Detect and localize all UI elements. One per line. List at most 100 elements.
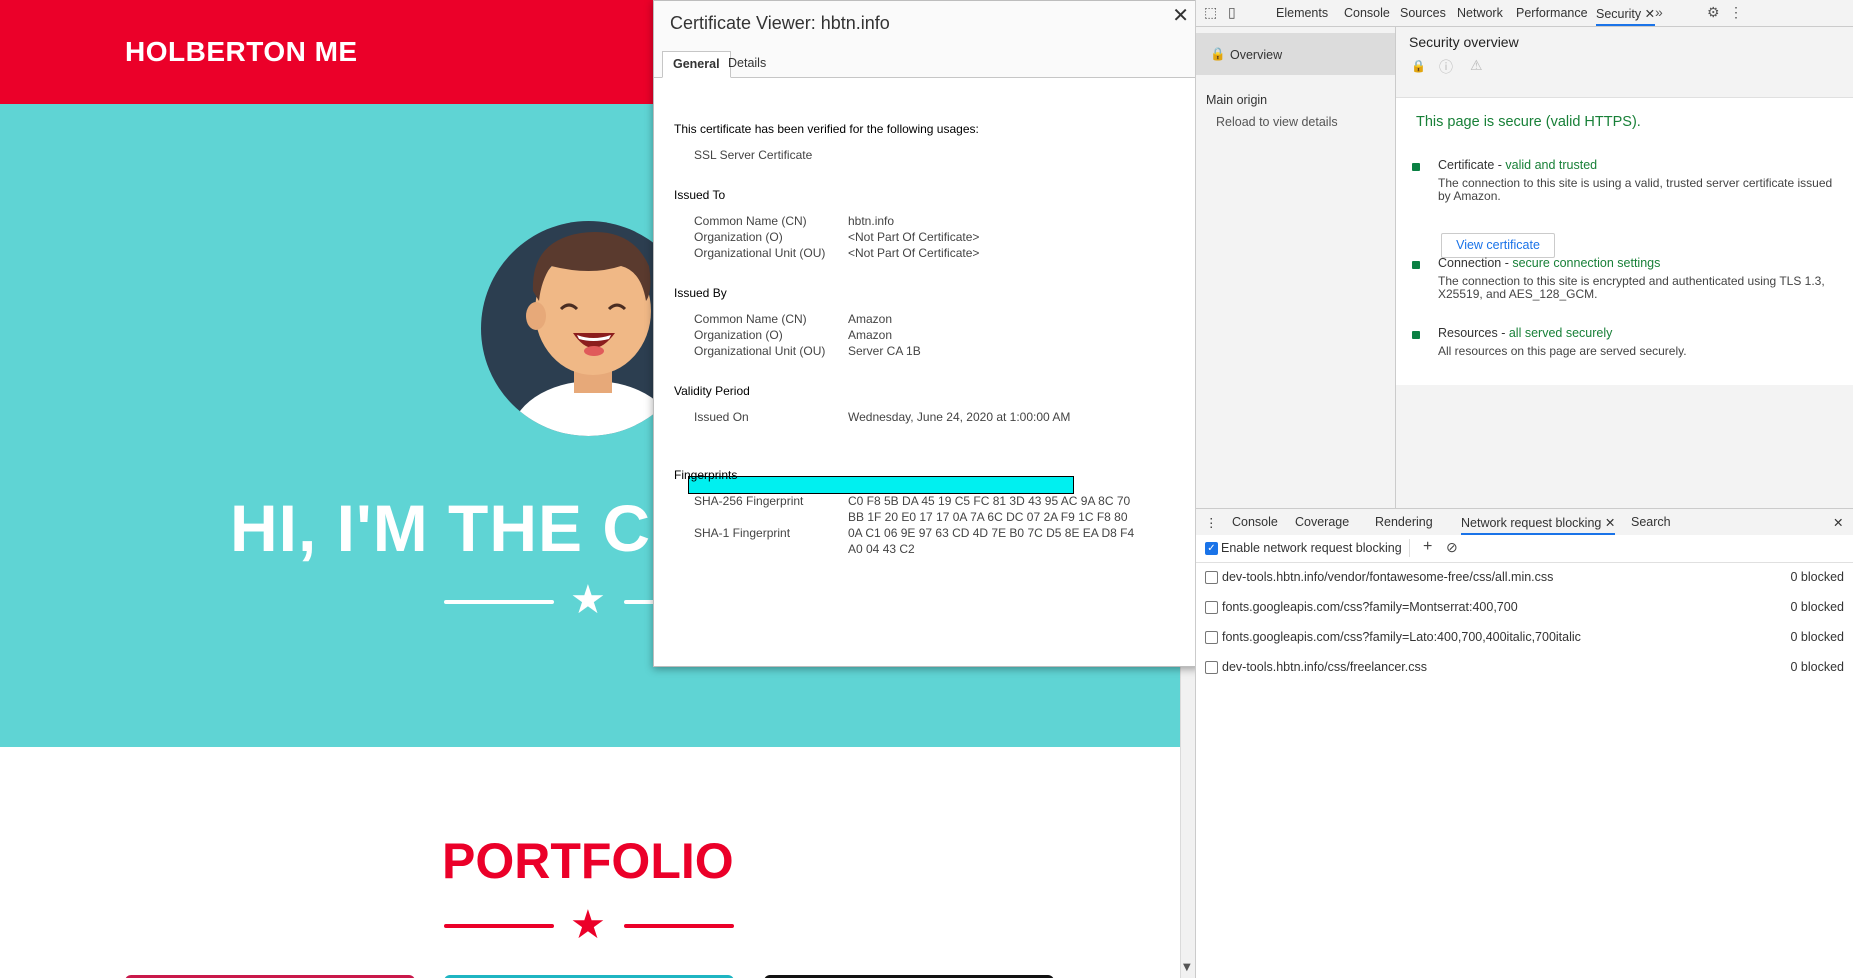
more-tabs-icon[interactable]: » xyxy=(1655,4,1663,20)
device-toolbar-icon[interactable]: ▯ xyxy=(1228,4,1236,21)
field-label: SHA-256 Fingerprint xyxy=(694,494,804,508)
clear-patterns-icon[interactable]: ⊘ xyxy=(1446,539,1458,556)
usage-text: SSL Server Certificate xyxy=(694,148,813,162)
security-overview-title: Security overview xyxy=(1409,34,1519,50)
pattern-url: dev-tools.hbtn.info/vendor/fontawesome-f… xyxy=(1222,570,1554,584)
sidebar-item-label: Overview xyxy=(1230,48,1283,62)
issued-by-heading: Issued By xyxy=(674,286,727,300)
field-label: Organizational Unit (OU) xyxy=(694,344,826,358)
view-certificate-button[interactable]: View certificate xyxy=(1441,233,1555,258)
devtools-toolbar: ⬚ ▯ Elements Console Sources Network Per… xyxy=(1196,0,1853,27)
tab-network[interactable]: Network xyxy=(1457,6,1503,20)
blocked-count: 0 blocked xyxy=(1790,660,1844,674)
drawer-tab-coverage[interactable]: Coverage xyxy=(1295,515,1349,529)
field-value: <Not Part Of Certificate> xyxy=(848,246,980,260)
tab-performance[interactable]: Performance xyxy=(1516,6,1588,20)
security-header: Security overview 🔒 ⓘ ⚠ xyxy=(1396,27,1853,98)
secure-status-text: This page is secure (valid HTTPS). xyxy=(1416,114,1641,130)
field-label: SHA-1 Fingerprint xyxy=(694,526,791,540)
field-value: hbtn.info xyxy=(848,214,895,228)
portfolio-divider-left xyxy=(444,924,554,928)
field-label: Expires On xyxy=(694,427,754,441)
certificate-viewer-dialog: Certificate Viewer: hbtn.info ✕ General … xyxy=(653,0,1200,667)
field-value: BB 1F 20 E0 17 17 0A 7A 6C DC 07 2A F9 1… xyxy=(848,510,1128,524)
pattern-checkbox[interactable] xyxy=(1205,661,1218,674)
cert-general-panel: This certificate has been verified for t… xyxy=(654,78,1199,666)
hero-title: HI, I'M THE C xyxy=(230,491,652,565)
sidebar-item-overview[interactable]: 🔒 Overview xyxy=(1196,33,1395,75)
tab-security-label: Security xyxy=(1596,7,1642,21)
secure-bullet xyxy=(1412,261,1420,269)
field-value: Server CA 1B xyxy=(848,344,921,358)
certificate-label: Certificate xyxy=(1438,158,1495,172)
field-value: A0 04 43 C2 xyxy=(848,542,915,556)
pattern-url: dev-tools.hbtn.info/css/freelancer.css xyxy=(1222,660,1427,674)
field-label: Organizational Unit (OU) xyxy=(694,246,826,260)
resources-status: all served securely xyxy=(1508,326,1613,340)
scroll-down-icon[interactable]: ▼ xyxy=(1183,962,1191,973)
field-value: C0 F8 5B DA 45 19 C5 FC 81 3D 43 95 AC 9… xyxy=(848,494,1131,508)
drawer-tab-rendering[interactable]: Rendering xyxy=(1375,515,1433,529)
enable-blocking-label: Enable network request blocking xyxy=(1221,541,1402,555)
drawer-tab-network-request-blocking[interactable]: Network request blocking ✕ xyxy=(1461,515,1616,535)
dialog-title: Certificate Viewer: hbtn.info xyxy=(670,13,890,33)
lock-icon: 🔒 xyxy=(1210,47,1226,61)
pattern-checkbox[interactable] xyxy=(1205,631,1218,644)
resources-label: Resources xyxy=(1438,326,1498,340)
blocked-count: 0 blocked xyxy=(1790,570,1844,584)
close-tab-icon[interactable]: ✕ xyxy=(1605,516,1615,530)
tab-console[interactable]: Console xyxy=(1344,6,1390,20)
field-value: <Not Part Of Certificate> xyxy=(848,230,980,244)
enable-blocking-checkbox[interactable]: ✓ xyxy=(1205,542,1218,555)
close-drawer-icon[interactable]: ✕ xyxy=(1833,515,1843,530)
drawer-menu-icon[interactable]: ⋮ xyxy=(1205,515,1218,530)
field-value: Amazon xyxy=(848,312,893,326)
pattern-checkbox[interactable] xyxy=(1205,571,1218,584)
certificate-row-title: Certificate - valid and trusted xyxy=(1438,158,1597,172)
blocked-count: 0 blocked xyxy=(1790,600,1844,614)
security-main: Security overview 🔒 ⓘ ⚠ This page is sec… xyxy=(1396,27,1853,508)
certificate-status: valid and trusted xyxy=(1505,158,1598,172)
site-brand[interactable]: HOLBERTON ME xyxy=(125,36,358,68)
devtools-panel: ⬚ ▯ Elements Console Sources Network Per… xyxy=(1195,0,1853,978)
separator: - xyxy=(1497,326,1509,340)
blocked-count: 0 blocked xyxy=(1790,630,1844,644)
tab-details[interactable]: Details xyxy=(718,51,776,76)
field-label: Issued On xyxy=(694,410,749,424)
more-options-icon[interactable]: ⋮ xyxy=(1729,4,1743,21)
drawer-tab-console[interactable]: Console xyxy=(1232,515,1278,529)
inspect-element-icon[interactable]: ⬚ xyxy=(1204,4,1217,21)
field-label: Organization (O) xyxy=(694,230,783,244)
add-pattern-icon[interactable]: + xyxy=(1423,538,1432,556)
certificate-description: The connection to this site is using a v… xyxy=(1438,176,1833,203)
cert-tabbar: General Details xyxy=(654,51,1199,78)
close-tab-icon[interactable]: ✕ xyxy=(1645,7,1655,21)
hero-divider-left xyxy=(444,600,554,604)
verified-text: This certificate has been verified for t… xyxy=(674,122,979,136)
field-value: Wednesday, June 24, 2020 at 1:00:00 AM xyxy=(848,410,1071,424)
close-icon[interactable]: ✕ xyxy=(1172,3,1189,28)
tab-elements[interactable]: Elements xyxy=(1276,6,1328,20)
reload-hint: Reload to view details xyxy=(1216,115,1338,129)
tab-sources[interactable]: Sources xyxy=(1400,6,1446,20)
connection-description: The connection to this site is encrypted… xyxy=(1438,274,1825,301)
gear-icon[interactable]: ⚙ xyxy=(1707,4,1720,21)
separator: - xyxy=(1501,256,1513,270)
issued-to-heading: Issued To xyxy=(674,188,726,202)
star-icon: ★ xyxy=(570,577,606,623)
resources-description: All resources on this page are served se… xyxy=(1438,344,1687,358)
warning-icon: ⚠ xyxy=(1470,57,1483,73)
tab-security[interactable]: Security ✕ xyxy=(1596,6,1656,26)
fingerprints-heading: Fingerprints xyxy=(674,468,738,482)
validity-heading: Validity Period xyxy=(674,384,750,398)
drawer-tab-label: Network request blocking xyxy=(1461,516,1602,530)
pattern-checkbox[interactable] xyxy=(1205,601,1218,614)
text-selection-highlight xyxy=(688,476,1074,494)
field-value: 0A C1 06 9E 97 63 CD 4D 7E B0 7C D5 8E E… xyxy=(848,526,1135,540)
lock-icon: 🔒 xyxy=(1411,59,1426,73)
field-value: Saturday, July 24, 2021 at 1:00:00 PM xyxy=(848,427,1052,441)
security-empty-area xyxy=(1396,385,1853,508)
connection-row-title: Connection - secure connection settings xyxy=(1438,256,1660,270)
drawer-tab-search[interactable]: Search xyxy=(1631,515,1671,529)
star-icon: ★ xyxy=(570,902,606,948)
